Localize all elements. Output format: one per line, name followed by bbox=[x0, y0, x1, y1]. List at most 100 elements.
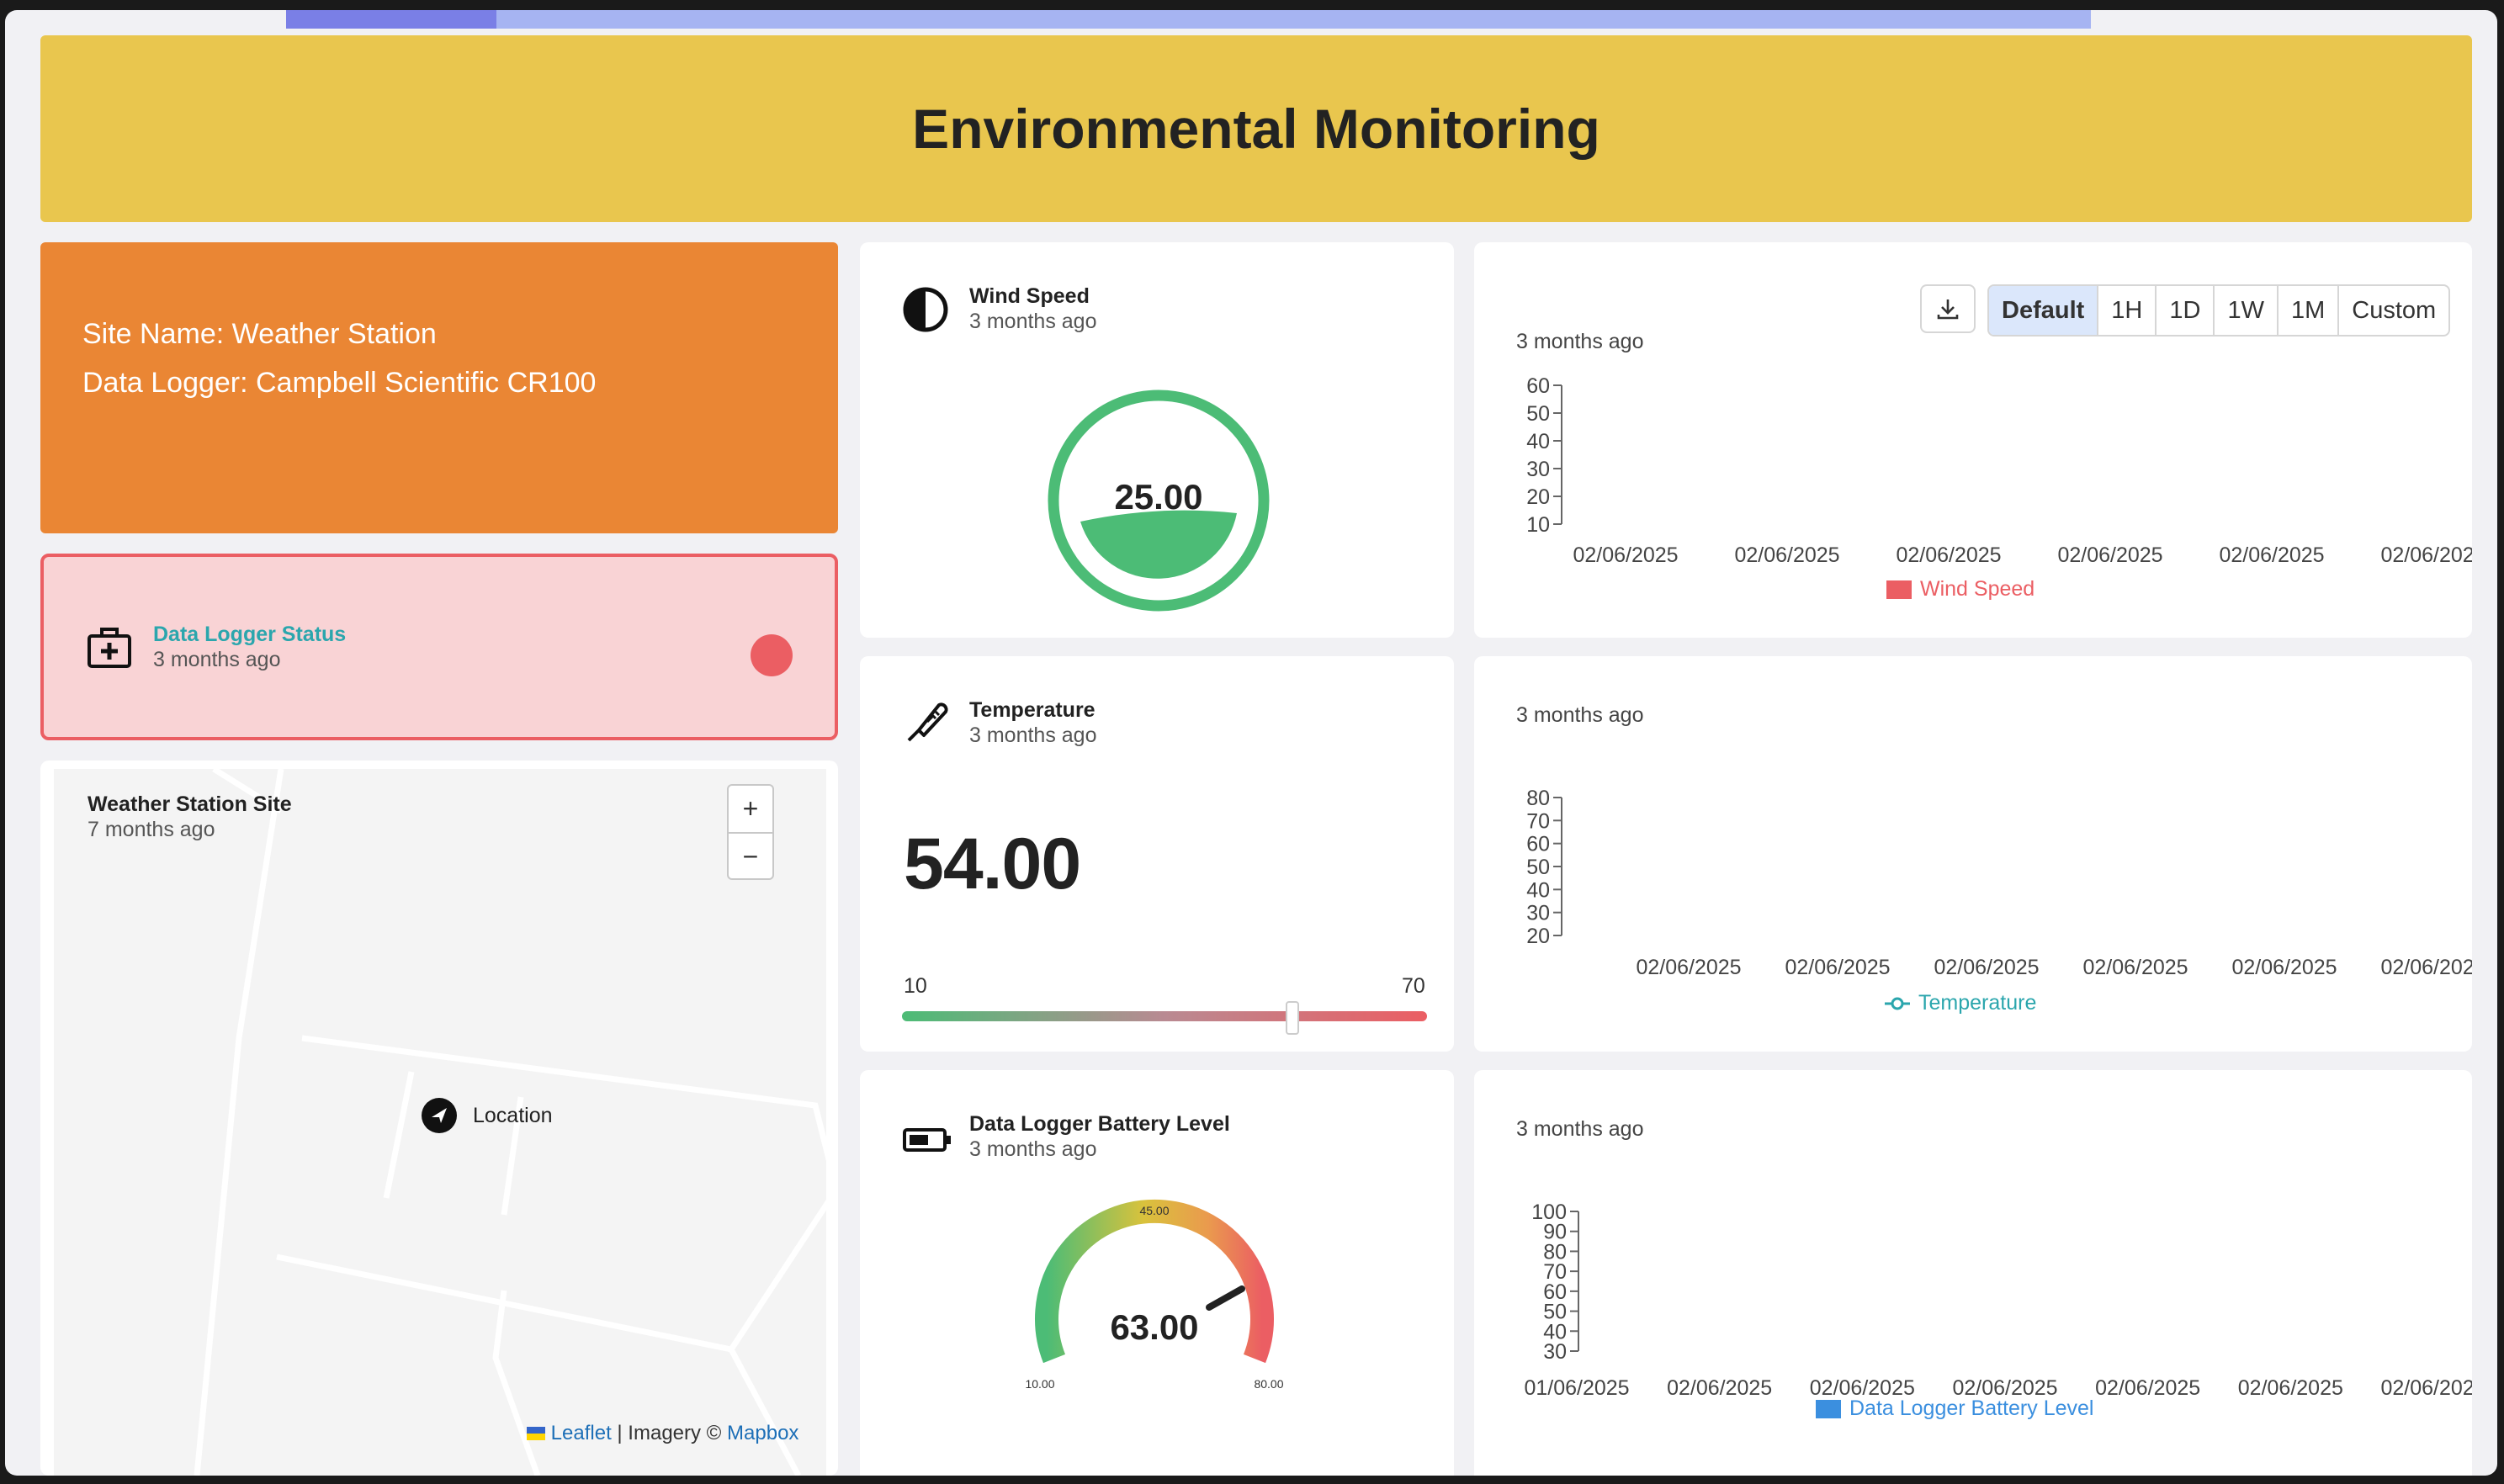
chart-timestamp: 3 months ago bbox=[1516, 330, 1644, 353]
map-title: Weather Station Site bbox=[88, 792, 292, 816]
chart-timestamp: 3 months ago bbox=[1516, 703, 1644, 727]
thermometer-icon bbox=[907, 702, 948, 742]
temperature-title: Temperature bbox=[969, 698, 1096, 722]
range-1d-button[interactable]: 1D bbox=[2155, 286, 2213, 335]
y-tick-label: 70 bbox=[1526, 809, 1550, 833]
battery-max-label: 80.00 bbox=[1254, 1377, 1283, 1391]
page-title: Environmental Monitoring bbox=[912, 98, 1600, 160]
status-time: 3 months ago bbox=[153, 648, 281, 671]
site-name: Site Name: Weather Station bbox=[82, 318, 437, 350]
y-tick-label: 20 bbox=[1526, 925, 1550, 948]
ukraine-flag-icon bbox=[527, 1427, 545, 1440]
medical-kit-icon bbox=[88, 628, 131, 668]
temperature-value: 54.00 bbox=[904, 824, 1081, 904]
legend-swatch bbox=[1886, 580, 1912, 599]
wind-value: 25.00 bbox=[1114, 477, 1202, 517]
range-custom-button[interactable]: Custom bbox=[2337, 286, 2448, 335]
battery-radial-gauge: 63.00 10.00 45.00 80.00 bbox=[1025, 1199, 1284, 1391]
location-marker-icon[interactable] bbox=[421, 1097, 458, 1134]
leaflet-link[interactable]: Leaflet bbox=[551, 1422, 612, 1444]
x-tick-label: 02/06/2025 bbox=[2082, 956, 2188, 979]
dashboard-window: Environmental Monitoring Site Name: Weat… bbox=[5, 10, 2497, 1476]
x-tick-label: 02/06/2025 bbox=[1734, 543, 1839, 567]
attribution-separator: | Imagery © bbox=[611, 1422, 728, 1444]
battery-icon bbox=[903, 1128, 951, 1152]
wind-legend[interactable]: Wind Speed bbox=[1886, 577, 2034, 602]
status-indicator bbox=[751, 634, 793, 676]
range-1w-button[interactable]: 1W bbox=[2213, 286, 2277, 335]
x-tick-label: 02/06/2025 bbox=[2057, 543, 2162, 567]
x-tick-label: 02/06/2025 bbox=[1636, 956, 1741, 979]
top-tab-strip bbox=[286, 10, 2091, 29]
temperature-min: 10 bbox=[904, 974, 927, 998]
time-range-selector: Default 1H 1D 1W 1M Custom bbox=[1987, 284, 2451, 337]
data-logger-name: Data Logger: Campbell Scientific CR100 bbox=[82, 367, 597, 399]
battery-card: Data Logger Battery Level 3 months ago 6… bbox=[860, 1070, 1454, 1476]
top-tab-strip-accent bbox=[286, 10, 496, 29]
range-1h-button[interactable]: 1H bbox=[2097, 286, 2155, 335]
status-title[interactable]: Data Logger Status bbox=[153, 623, 346, 647]
x-tick-label: 02/06/2025 bbox=[1934, 956, 2039, 979]
download-icon bbox=[1937, 299, 1959, 320]
temperature-time: 3 months ago bbox=[969, 723, 1097, 747]
zoom-in-button[interactable]: + bbox=[729, 786, 772, 832]
battery-gauge-needle bbox=[1206, 1285, 1245, 1311]
y-tick-label: 80 bbox=[1526, 787, 1550, 810]
site-info-card: Site Name: Weather Station Data Logger: … bbox=[40, 242, 838, 533]
legend-label: Wind Speed bbox=[1920, 577, 2035, 601]
x-tick-label: 02/06/2025 bbox=[1667, 1376, 1772, 1400]
y-tick-label: 60 bbox=[1526, 374, 1550, 398]
legend-label: Data Logger Battery Level bbox=[1849, 1397, 2094, 1420]
range-default-button[interactable]: Default bbox=[1989, 286, 2098, 335]
legend-line-swatch bbox=[1885, 997, 1910, 1010]
temperature-legend[interactable]: Temperature bbox=[1885, 991, 2036, 1015]
y-tick-label: 30 bbox=[1526, 902, 1550, 925]
x-tick-label: 02/06/2025 bbox=[2231, 956, 2337, 979]
temperature-max: 70 bbox=[1402, 974, 1425, 998]
x-tick-label: 02/06/2025 bbox=[2380, 543, 2472, 567]
battery-mid-label: 45.00 bbox=[1139, 1204, 1169, 1217]
zoom-control: + − bbox=[727, 784, 774, 880]
y-tick-label: 40 bbox=[1526, 878, 1550, 902]
battery-min-label: 10.00 bbox=[1025, 1377, 1054, 1391]
map-attribution: Leaflet | Imagery © Mapbox bbox=[527, 1422, 798, 1445]
x-tick-label: 02/06/2025 bbox=[1896, 543, 2001, 567]
temperature-range-thumb bbox=[1286, 1001, 1299, 1035]
zoom-out-button[interactable]: − bbox=[729, 832, 772, 880]
x-tick-label: 02/06/2025 bbox=[1573, 543, 1678, 567]
x-tick-label: 02/06/2025 bbox=[2095, 1376, 2200, 1400]
contrast-icon bbox=[903, 287, 948, 332]
x-tick-label: 02/06/2025 bbox=[2380, 956, 2472, 979]
y-tick-label: 20 bbox=[1526, 485, 1550, 509]
range-1m-button[interactable]: 1M bbox=[2276, 286, 2337, 335]
download-button[interactable] bbox=[1920, 284, 1976, 333]
wind-liquid-gauge: 25.00 bbox=[1048, 390, 1270, 612]
x-tick-label: 02/06/2025 bbox=[2380, 1376, 2472, 1400]
battery-value: 63.00 bbox=[1110, 1307, 1198, 1347]
y-tick-label: 50 bbox=[1526, 856, 1550, 879]
legend-label: Temperature bbox=[1918, 991, 2037, 1015]
page-header: Environmental Monitoring bbox=[40, 35, 2472, 222]
battery-chart-card: 3 months ago 30 40 50 60 70 80 90 100 01/06/2025 0… bbox=[1474, 1070, 2472, 1476]
battery-time: 3 months ago bbox=[969, 1137, 1097, 1161]
y-tick-label: 40 bbox=[1526, 430, 1550, 453]
legend-swatch bbox=[1816, 1399, 1841, 1418]
y-tick-label: 60 bbox=[1526, 833, 1550, 856]
wind-time: 3 months ago bbox=[969, 310, 1097, 333]
chart-timestamp: 3 months ago bbox=[1516, 1117, 1644, 1141]
temperature-chart-card: 3 months ago 20 30 40 50 60 70 80 02/06/2025 02/0… bbox=[1474, 656, 2472, 1052]
data-logger-status-card[interactable]: Data Logger Status 3 months ago bbox=[40, 554, 838, 740]
x-tick-label: 02/06/2025 bbox=[1785, 956, 1890, 979]
map-card: Weather Station Site 7 months ago Locati… bbox=[40, 761, 838, 1476]
y-tick-label: 10 bbox=[1526, 513, 1550, 537]
mapbox-link[interactable]: Mapbox bbox=[727, 1422, 798, 1444]
battery-title: Data Logger Battery Level bbox=[969, 1112, 1230, 1136]
y-tick-label: 100 bbox=[1531, 1200, 1567, 1224]
x-tick-label: 01/06/2025 bbox=[1524, 1376, 1629, 1400]
y-tick-label: 30 bbox=[1526, 458, 1550, 481]
wind-title: Wind Speed bbox=[969, 284, 1090, 308]
wind-fill-level bbox=[1080, 510, 1237, 579]
battery-legend[interactable]: Data Logger Battery Level bbox=[1816, 1397, 2093, 1421]
map-time: 7 months ago bbox=[88, 818, 215, 841]
marker-label: Location bbox=[473, 1104, 553, 1127]
